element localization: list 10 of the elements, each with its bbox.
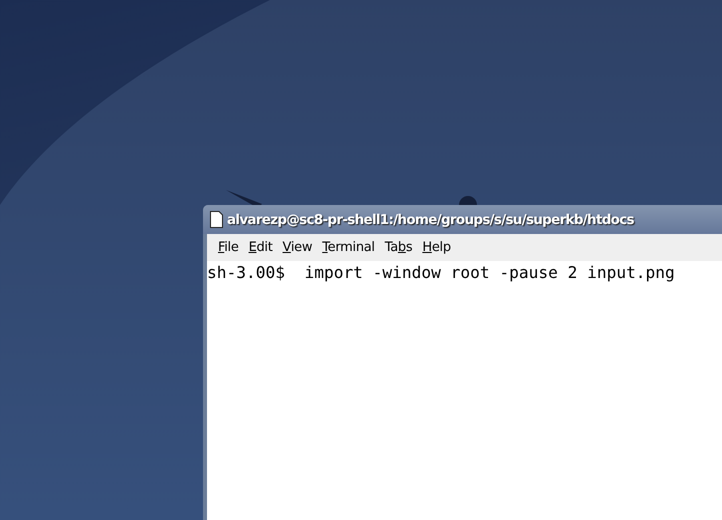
menu-item[interactable]: Terminal: [317, 238, 380, 257]
menu-item[interactable]: Tabs: [380, 238, 418, 257]
menu-item[interactable]: File: [213, 238, 244, 257]
menu-item[interactable]: Edit: [244, 238, 278, 257]
window-title: alvarezp@sc8-pr-shell1:/home/groups/s/su/superkb/htdocs: [227, 212, 634, 228]
terminal-area[interactable]: sh-3.00$ import -window root -pause 2 input.png: [207, 261, 722, 520]
menu-item[interactable]: Help: [417, 238, 456, 257]
terminal-line: sh-3.00$ import -window root -pause 2 input.png: [207, 263, 676, 283]
menu-item[interactable]: View: [278, 238, 318, 257]
document-icon: [210, 211, 223, 228]
